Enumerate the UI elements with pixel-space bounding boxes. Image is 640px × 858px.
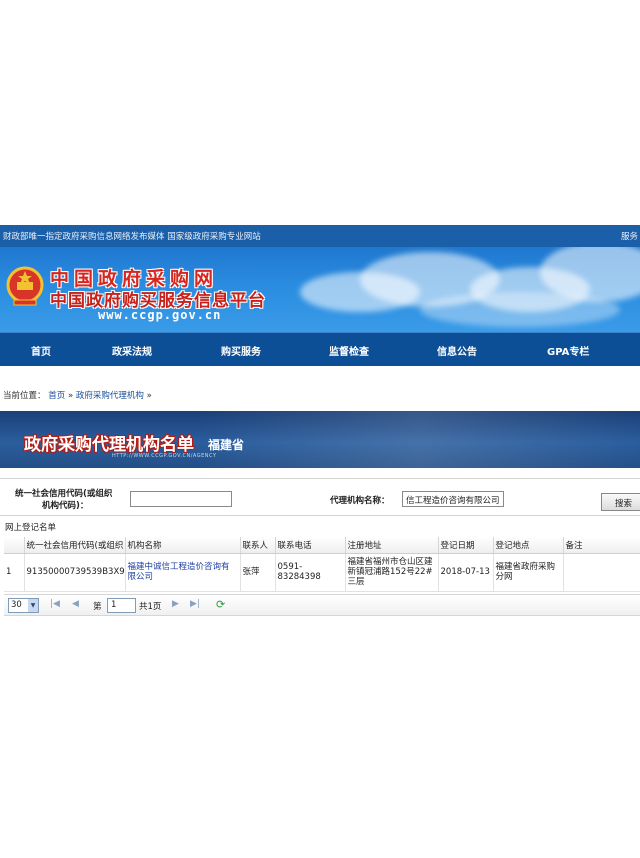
column-header-index (4, 537, 25, 554)
pagination-bar: 30 ▼ |◀ ◀ 第 1 共1页 ▶ ▶| ⟳ (4, 594, 640, 616)
national-emblem-icon (6, 266, 44, 306)
column-header-contact[interactable]: 联系人 (240, 537, 276, 554)
next-page-icon[interactable]: ▶ (172, 599, 179, 609)
breadcrumb-prefix: 当前位置： (3, 391, 46, 401)
row-address: 福建省福州市仓山区建新镇冠浦路152号22#三层 (345, 553, 439, 592)
province-label: 福建省 (208, 438, 245, 452)
breadcrumb-trail: » (146, 391, 152, 401)
column-header-phone[interactable]: 联系电话 (275, 537, 346, 554)
credit-code-input[interactable] (130, 491, 232, 507)
row-location: 福建省政府采购分网 (493, 553, 564, 592)
breadcrumb: 当前位置： 首页 » 政府采购代理机构 » (3, 389, 152, 401)
column-header-credit-code[interactable]: 统一社会信用代码(或组织 (24, 537, 126, 554)
nav-item-regulations[interactable]: 政采法规 (112, 343, 152, 358)
agency-list-title: 政府采购代理机构名单 (24, 435, 194, 455)
column-header-location[interactable]: 登记地点 (493, 537, 564, 554)
refresh-icon[interactable]: ⟳ (216, 598, 225, 611)
table-row[interactable]: 1 91350000739539B3X9 福建中诚信工程造价咨询有限公司 张萍 … (4, 553, 640, 592)
nav-item-supervision[interactable]: 监督检查 (329, 343, 369, 358)
breadcrumb-separator: » (67, 391, 74, 401)
page-total: 共1页 (139, 602, 162, 612)
row-credit-code: 91350000739539B3X9 (24, 553, 126, 592)
column-header-address[interactable]: 注册地址 (345, 537, 439, 554)
last-page-icon[interactable]: ▶| (190, 599, 200, 609)
agency-name-input[interactable]: 信工程造价咨询有限公司 (402, 491, 504, 507)
row-note (563, 553, 640, 592)
banner-url-caption: HTTP://WWW.CCGP.GOV.CN/AGENCY (112, 453, 217, 459)
breadcrumb-home[interactable]: 首页 (48, 391, 65, 401)
row-phone: 0591-83284398 (275, 553, 346, 592)
nav-item-purchase-services[interactable]: 购买服务 (221, 343, 261, 358)
service-link[interactable]: 服务 (621, 230, 638, 242)
site-banner: 中国政府采购网 中国政府购买服务信息平台 www.ccgp.gov.cn (0, 247, 640, 332)
page-prefix: 第 (93, 602, 102, 612)
credit-code-label-line1: 统一社会信用代码(或组织 (15, 489, 113, 499)
nav-item-gpa[interactable]: GPA专栏 (547, 343, 589, 358)
column-header-name[interactable]: 机构名称 (125, 537, 241, 554)
page-size-select[interactable]: 30 ▼ (8, 598, 39, 613)
prev-page-icon[interactable]: ◀ (72, 599, 79, 609)
top-info-bar: 财政部唯一指定政府采购信息网络发布媒体 国家级政府采购专业网站 服务 (0, 225, 640, 247)
search-form: 统一社会信用代码(或组织 机构代码)： 代理机构名称： 信工程造价咨询有限公司 … (0, 478, 640, 516)
row-date: 2018-07-13 (438, 553, 494, 592)
chevron-down-icon[interactable]: ▼ (28, 599, 38, 612)
site-url: www.ccgp.gov.cn (98, 308, 222, 322)
row-contact: 张萍 (240, 553, 276, 592)
first-page-icon[interactable]: |◀ (50, 599, 60, 609)
agency-list-banner: 政府采购代理机构名单 福建省 HTTP://WWW.CCGP.GOV.CN/AG… (0, 411, 640, 468)
agency-table: 统一社会信用代码(或组织 机构名称 联系人 联系电话 注册地址 登记日期 登记地… (4, 537, 640, 592)
column-header-note[interactable]: 备注 (563, 537, 640, 554)
page-size-value: 30 (11, 600, 22, 610)
register-list-label: 网上登记名单 (5, 523, 57, 533)
column-header-date[interactable]: 登记日期 (438, 537, 494, 554)
breadcrumb-current[interactable]: 政府采购代理机构 (76, 391, 144, 401)
row-index: 1 (4, 553, 25, 592)
page-number-input[interactable]: 1 (107, 598, 136, 613)
top-info-text: 财政部唯一指定政府采购信息网络发布媒体 国家级政府采购专业网站 (3, 232, 261, 242)
table-header-row: 统一社会信用代码(或组织 机构名称 联系人 联系电话 注册地址 登记日期 登记地… (4, 537, 640, 554)
row-agency-name-link[interactable]: 福建中诚信工程造价咨询有限公司 (125, 553, 241, 592)
nav-item-announcements[interactable]: 信息公告 (437, 343, 477, 358)
main-nav: 首页 政采法规 购买服务 监督检查 信息公告 GPA专栏 (0, 332, 640, 366)
search-button[interactable]: 搜索 (601, 493, 640, 511)
nav-item-home[interactable]: 首页 (31, 343, 51, 358)
agency-name-label: 代理机构名称： (330, 496, 390, 506)
credit-code-label-line2: 机构代码)： (42, 501, 89, 511)
